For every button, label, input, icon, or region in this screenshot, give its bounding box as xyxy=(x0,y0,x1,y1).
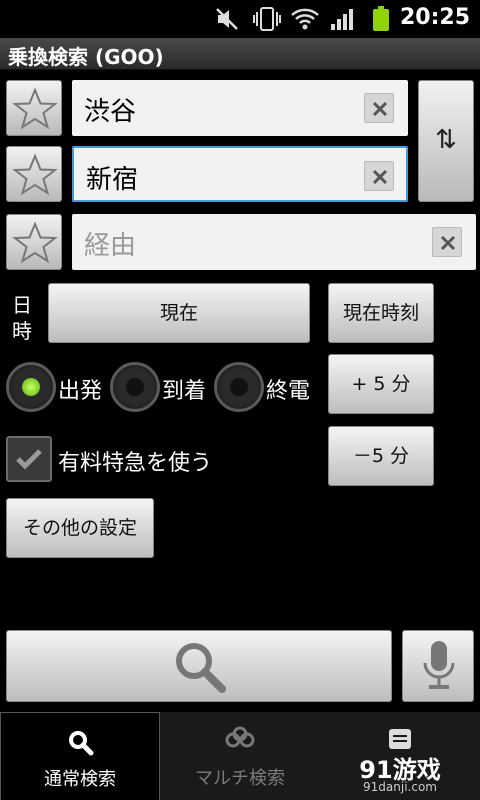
mute-icon xyxy=(216,8,238,30)
clear-from-button[interactable] xyxy=(364,93,394,123)
search-icon xyxy=(69,731,94,756)
from-station-value: 渋谷 xyxy=(84,97,137,127)
radio-arrival[interactable] xyxy=(110,362,160,412)
date-label-bottom: 時 xyxy=(12,319,32,343)
star-icon xyxy=(12,221,58,264)
clear-to-button[interactable] xyxy=(364,161,394,191)
clock: 20:25 xyxy=(399,5,470,30)
radio-last-train[interactable] xyxy=(214,362,264,412)
list-icon xyxy=(389,729,411,749)
radio-departure[interactable] xyxy=(6,362,56,412)
tab-normal-search-label: 通常検索 xyxy=(44,769,116,790)
tab-normal-search[interactable]: 通常検索 xyxy=(0,712,160,800)
tab-multi-search[interactable]: マルチ検索 xyxy=(161,712,319,800)
from-station-field[interactable]: 渋谷 xyxy=(72,80,408,136)
page-title: 乗換検索 (GOO) xyxy=(8,45,164,69)
title-bar: 乗換検索 (GOO) xyxy=(0,38,480,70)
swap-stations-button[interactable]: ⇅ xyxy=(418,80,474,202)
swap-icon: ⇅ xyxy=(435,125,457,155)
tab-multi-search-label: マルチ検索 xyxy=(195,768,285,789)
minus-5min-label: －5 分 xyxy=(352,445,410,467)
to-station-value: 新宿 xyxy=(86,165,139,195)
date-label-top: 日 xyxy=(12,293,32,317)
favorite-via-button[interactable] xyxy=(6,214,62,270)
current-time-button[interactable]: 現在時刻 xyxy=(328,283,434,343)
search-button[interactable] xyxy=(6,630,392,702)
search-icon xyxy=(176,643,226,693)
close-icon xyxy=(440,235,456,251)
watermark: 91danji.com xyxy=(363,780,437,794)
datetime-label: 日 時 xyxy=(10,292,34,344)
minus-5min-button[interactable]: －5 分 xyxy=(328,426,434,486)
plus-5min-label: + 5 分 xyxy=(351,373,411,395)
favorite-to-button[interactable] xyxy=(6,146,62,202)
status-bar: 20:25 xyxy=(0,0,480,38)
to-station-field[interactable]: 新宿 xyxy=(72,146,408,202)
now-button-label: 現在 xyxy=(159,302,198,324)
wifi-icon xyxy=(291,8,319,30)
tab-other[interactable]: 91游戏 91danji.com xyxy=(320,712,480,800)
express-label: 有料特急を使う xyxy=(58,451,213,476)
multi-search-icon xyxy=(225,726,255,748)
via-station-field[interactable]: 経由 xyxy=(72,214,476,270)
vibrate-icon xyxy=(253,7,281,31)
battery-icon xyxy=(373,6,389,31)
via-placeholder: 経由 xyxy=(84,231,137,261)
star-icon xyxy=(12,87,58,130)
star-icon xyxy=(12,153,58,196)
radio-departure-label: 出発 xyxy=(58,379,103,404)
other-settings-label: その他の設定 xyxy=(22,517,137,539)
favorite-from-button[interactable] xyxy=(6,80,62,136)
voice-input-button[interactable] xyxy=(402,630,474,702)
clear-via-button[interactable] xyxy=(432,227,462,257)
plus-5min-button[interactable]: + 5 分 xyxy=(328,354,434,414)
now-button[interactable]: 現在 xyxy=(48,283,310,343)
close-icon xyxy=(372,101,388,117)
radio-last-train-label: 終電 xyxy=(266,379,311,404)
express-checkbox[interactable] xyxy=(6,436,52,482)
radio-arrival-label: 到着 xyxy=(162,379,207,404)
microphone-icon xyxy=(423,641,455,689)
other-settings-button[interactable]: その他の設定 xyxy=(6,498,154,558)
current-time-button-label: 現在時刻 xyxy=(342,302,419,324)
close-icon xyxy=(372,169,388,185)
signal-icon xyxy=(331,9,353,30)
checkmark-icon xyxy=(16,449,42,470)
